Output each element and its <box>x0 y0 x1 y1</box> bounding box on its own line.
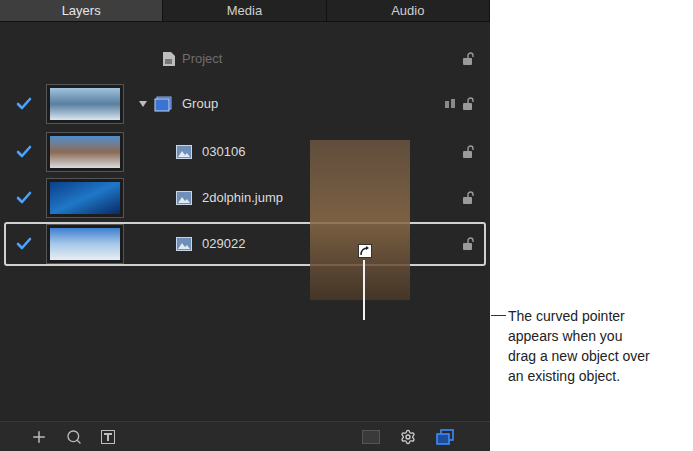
lock-icon[interactable] <box>462 237 474 251</box>
layer-name: 029022 <box>202 234 245 254</box>
tab[interactable]: Audio <box>327 0 490 21</box>
layer-name: Group <box>182 94 218 114</box>
lock-icon[interactable] <box>462 191 474 205</box>
callout-connector <box>491 315 506 316</box>
project-label: Project <box>182 49 222 69</box>
image-icon <box>176 145 192 159</box>
layer-thumbnail <box>46 84 124 124</box>
lock-icon[interactable] <box>462 145 474 159</box>
layer-row[interactable]: 2dolphin.jump <box>4 176 486 220</box>
layer-thumbnail <box>46 132 124 172</box>
layer-name: 2dolphin.jump <box>202 188 283 208</box>
project-row[interactable]: Project <box>4 42 486 76</box>
tab-bar: LayersMediaAudio <box>0 0 490 22</box>
mask-icon[interactable] <box>100 429 116 445</box>
layer-thumbnail <box>46 178 124 218</box>
checkbox-icon[interactable] <box>16 96 32 112</box>
group-icon <box>154 96 172 112</box>
link-icon[interactable] <box>444 98 456 110</box>
tab[interactable]: Media <box>163 0 326 21</box>
image-icon <box>176 191 192 205</box>
checkbox-icon[interactable] <box>16 236 32 252</box>
layer-row[interactable]: Group <box>4 80 486 128</box>
layer-thumbnail <box>46 224 124 264</box>
image-icon <box>176 237 192 251</box>
search-icon[interactable] <box>66 429 82 445</box>
project-icon <box>162 51 176 67</box>
search-button[interactable] <box>66 429 82 445</box>
layer-name: 030106 <box>202 142 245 162</box>
settings-button[interactable] <box>400 429 416 445</box>
layer-row[interactable]: 030106 <box>4 130 486 174</box>
screen: LayersMediaAudio Project Group 030106 2dolph… <box>0 0 693 451</box>
layers-icon[interactable] <box>436 429 454 445</box>
checkbox-icon[interactable] <box>16 144 32 160</box>
callout-line <box>363 260 365 320</box>
thumbnail-toggle-icon[interactable] <box>362 430 380 444</box>
bottom-toolbar <box>0 421 490 451</box>
add-button[interactable] <box>30 428 48 446</box>
layer-row[interactable]: 029022 <box>4 222 486 266</box>
checkbox-icon[interactable] <box>16 190 32 206</box>
curved-pointer-icon <box>358 244 372 258</box>
lock-icon[interactable] <box>462 97 474 111</box>
tab[interactable]: Layers <box>0 0 163 21</box>
gear-icon[interactable] <box>400 429 416 445</box>
dragged-object[interactable] <box>310 140 410 300</box>
layers-panel: LayersMediaAudio Project Group 030106 2dolph… <box>0 0 490 451</box>
plus-icon[interactable] <box>30 428 48 446</box>
lock-icon[interactable] <box>462 52 474 66</box>
disclosure-triangle-icon[interactable] <box>138 99 148 109</box>
callout-text: The curved pointerappears when youdrag a… <box>508 306 650 386</box>
